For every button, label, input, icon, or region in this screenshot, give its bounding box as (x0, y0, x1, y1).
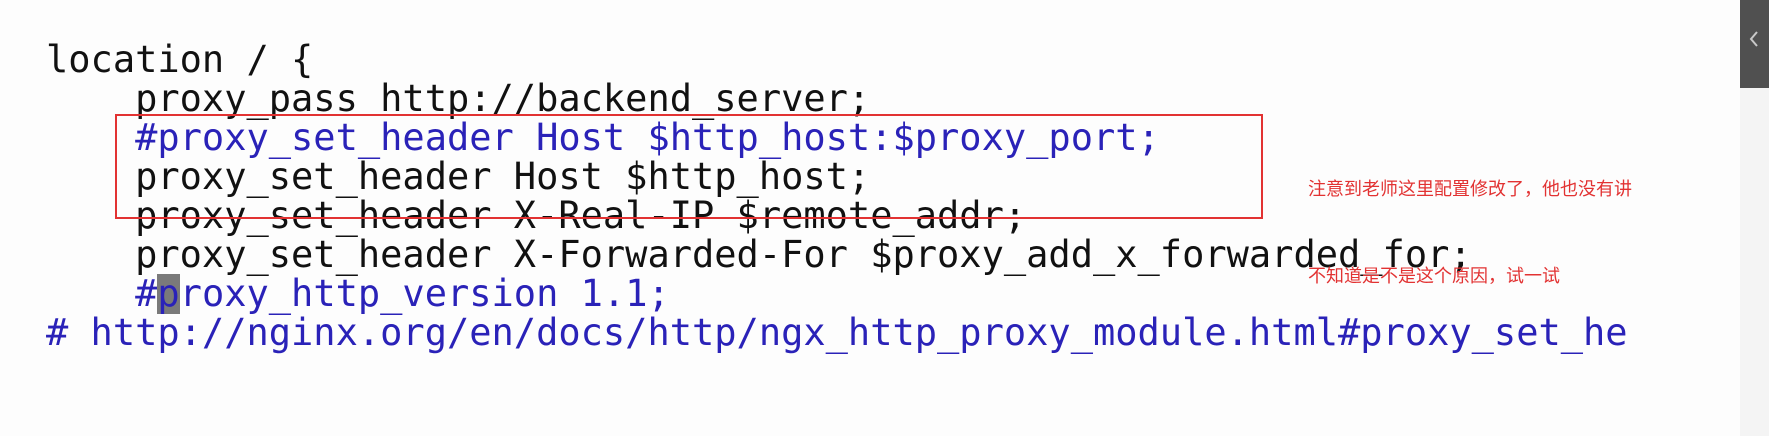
cursor-line-prefix: # (46, 272, 158, 315)
scroll-panel-toggle[interactable] (1740, 0, 1769, 88)
chevron-left-icon (1747, 28, 1761, 50)
screen: location / { proxy_pass http://backend_s… (0, 0, 1769, 436)
annotation-highlight-box (115, 114, 1263, 219)
cursor-line-suffix: roxy_http_version 1.1; (179, 272, 670, 315)
text-cursor: p (157, 272, 180, 315)
scrollbar-track (1740, 88, 1769, 436)
code-line-1: location / { (46, 38, 314, 81)
annotation-line-1: 注意到老师这里配置修改了，他也没有讲 (1308, 179, 1632, 200)
code-line-6: proxy_set_header X-Forwarded-For $proxy_… (46, 233, 1472, 276)
annotation-note: 注意到老师这里配置修改了，他也没有讲 不知道是不是这个原因，试一试 (1308, 117, 1728, 349)
code-line-7-comment: #proxy_http_version 1.1; (46, 272, 670, 316)
annotation-line-2: 不知道是不是这个原因，试一试 (1308, 266, 1560, 287)
